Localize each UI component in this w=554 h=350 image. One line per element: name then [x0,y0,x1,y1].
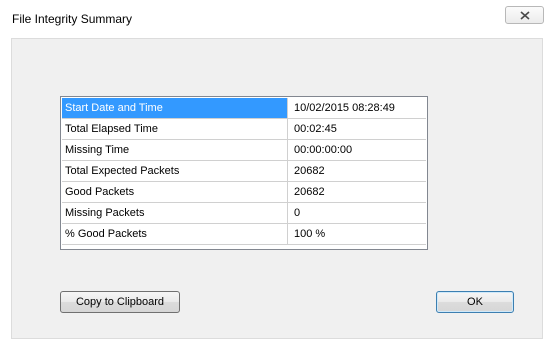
row-label: Missing Time [62,139,288,161]
row-value: 0 [287,202,426,224]
dialog-window: File Integrity Summary Start Date and Ti… [0,0,554,350]
table-row[interactable]: Start Date and Time 10/02/2015 08:28:49 [62,98,426,119]
row-label: % Good Packets [62,223,288,245]
row-value: 20682 [287,160,426,182]
table-row[interactable]: Good Packets 20682 [62,181,426,203]
table-row[interactable]: Total Expected Packets 20682 [62,160,426,182]
close-icon [519,10,530,20]
table-row[interactable]: Missing Time 00:00:00:00 [62,139,426,161]
table-row[interactable]: % Good Packets 100 % [62,223,426,245]
row-label: Total Elapsed Time [62,118,288,140]
copy-to-clipboard-button[interactable]: Copy to Clipboard [60,291,180,313]
close-button[interactable] [505,6,544,24]
row-label: Total Expected Packets [62,160,288,182]
summary-table: Start Date and Time 10/02/2015 08:28:49 … [62,98,426,245]
window-title: File Integrity Summary [12,12,133,26]
title-bar: File Integrity Summary [0,0,554,36]
row-value: 00:00:00:00 [287,139,426,161]
row-value: 100 % [287,223,426,245]
row-value: 10/02/2015 08:28:49 [287,98,426,119]
row-value: 20682 [287,181,426,203]
row-label: Missing Packets [62,202,288,224]
summary-grid[interactable]: Start Date and Time 10/02/2015 08:28:49 … [60,96,428,250]
table-row[interactable]: Total Elapsed Time 00:02:45 [62,118,426,140]
row-label: Start Date and Time [62,98,288,119]
row-label: Good Packets [62,181,288,203]
ok-button[interactable]: OK [436,291,514,313]
row-value: 00:02:45 [287,118,426,140]
table-row[interactable]: Missing Packets 0 [62,202,426,224]
